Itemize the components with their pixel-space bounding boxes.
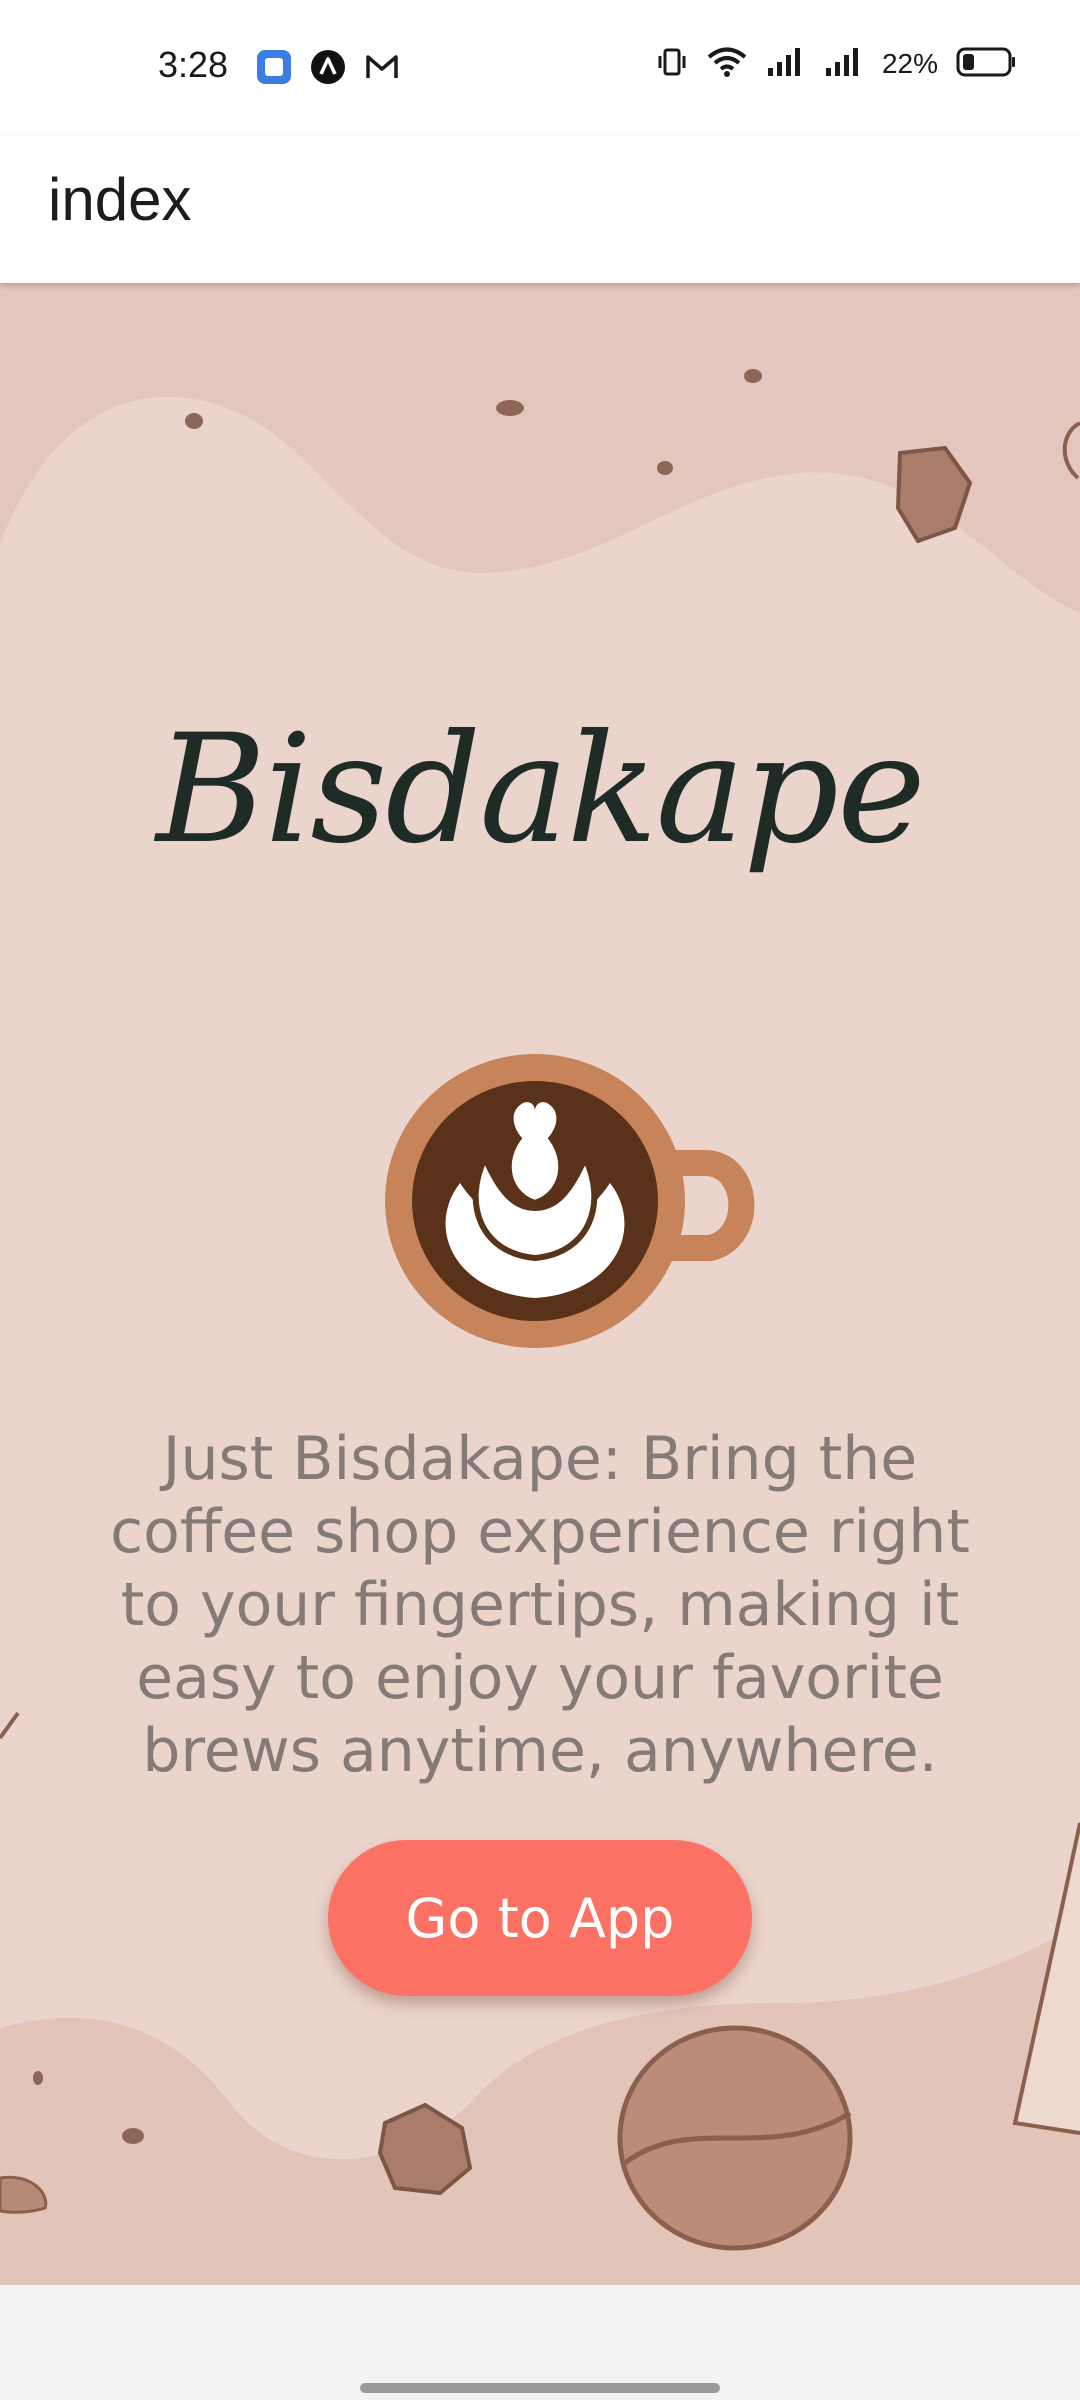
arch-notification-icon xyxy=(309,48,347,86)
app-notification-icon xyxy=(255,48,293,86)
go-to-app-button[interactable]: Go to App xyxy=(328,1840,752,1996)
coffee-cup-icon xyxy=(385,1054,755,1348)
hero-section: Bisdakape Just Bisdakape: Bring the coff… xyxy=(0,283,1080,2285)
tagline-text: Just Bisdakape: Bring the coffee shop ex… xyxy=(110,1424,970,1786)
home-indicator[interactable] xyxy=(360,2383,720,2393)
notification-icons xyxy=(255,48,401,86)
battery-icon xyxy=(956,46,1016,82)
status-bar: 3:28 22% xyxy=(0,0,1080,135)
gmail-icon xyxy=(363,48,401,86)
page-title: index xyxy=(48,166,192,233)
status-indicators: 22% xyxy=(656,46,1016,82)
battery-percent: 22% xyxy=(881,48,938,79)
signal-icon xyxy=(766,46,806,82)
signal-icon xyxy=(824,46,864,82)
brand-logo-text: Bisdakape xyxy=(156,703,926,877)
status-time: 3:28 xyxy=(158,44,229,85)
wifi-icon xyxy=(706,46,748,82)
vibrate-icon xyxy=(656,46,688,82)
app-header: index xyxy=(0,135,1080,283)
